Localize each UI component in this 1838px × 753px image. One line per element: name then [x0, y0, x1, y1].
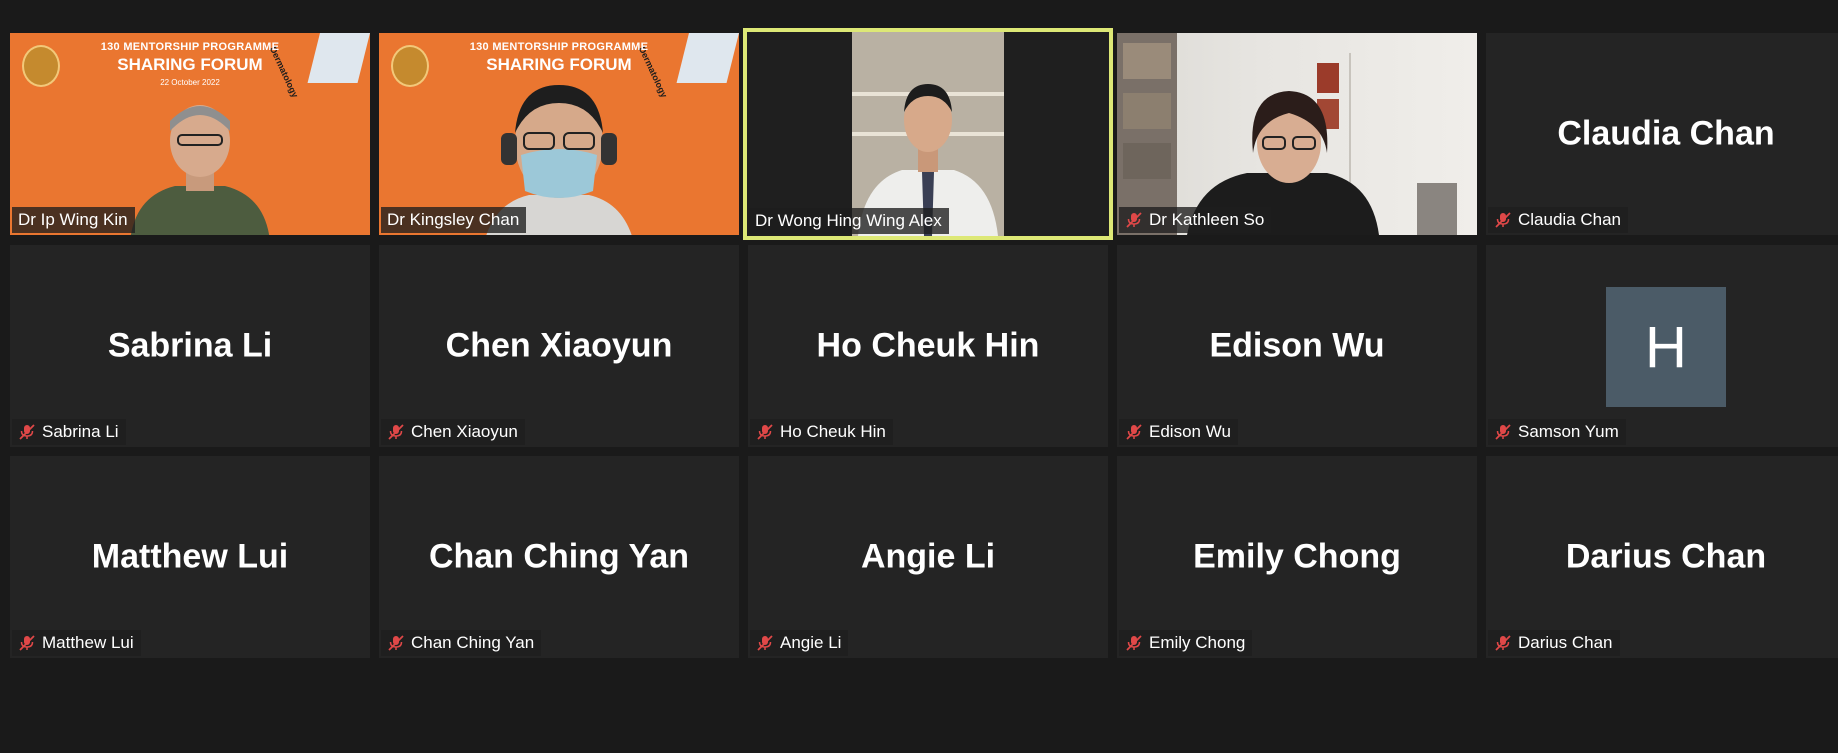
participant-tile-wong-hing-wing-alex[interactable]: Dr Wong Hing Wing Alex [743, 28, 1113, 240]
banner-line-1: 130 MENTORSHIP PROGRAMME [469, 41, 649, 53]
video-feed: Dermatology 130 MENTORSHIP PROGRAMME SHA… [10, 33, 370, 235]
microphone-muted-icon [1495, 424, 1511, 440]
participant-name-tag: Sabrina Li [12, 419, 126, 445]
participant-name-tag: Dr Wong Hing Wing Alex [749, 208, 949, 234]
participant-name: Dr Kathleen So [1149, 210, 1265, 229]
microphone-muted-icon [1126, 424, 1142, 440]
banner-date: 22 October 2022 [160, 78, 220, 87]
participant-video-silhouette [130, 105, 270, 235]
microphone-muted-icon [388, 635, 404, 651]
participant-tile-angie-li[interactable]: Angie Li Angie Li [748, 456, 1108, 658]
participant-name-tag: Chen Xiaoyun [381, 419, 525, 445]
participant-display-name: Chan Ching Yan [428, 537, 690, 576]
participant-name-tag: Angie Li [750, 630, 849, 656]
participant-name: Chen Xiaoyun [411, 422, 518, 441]
microphone-muted-icon [1495, 212, 1511, 228]
participant-name: Claudia Chan [1518, 210, 1622, 229]
participant-name: Samson Yum [1518, 422, 1619, 441]
forum-banner: 130 MENTORSHIP PROGRAMME SHARING FORUM [379, 41, 739, 75]
participant-name: Angie Li [780, 633, 842, 652]
participant-name: Edison Wu [1149, 422, 1231, 441]
participant-display-name: Ho Cheuk Hin [816, 326, 1040, 365]
microphone-muted-icon [757, 424, 773, 440]
participant-display-name: Darius Chan [1565, 537, 1767, 576]
participant-tile-darius-chan[interactable]: Darius Chan Darius Chan [1486, 456, 1838, 658]
participant-tile-ho-cheuk-hin[interactable]: Ho Cheuk Hin Ho Cheuk Hin [748, 245, 1108, 447]
participant-tile-chen-xiaoyun[interactable]: Chen Xiaoyun Chen Xiaoyun [379, 245, 739, 447]
participant-name-tag: Dr Ip Wing Kin [12, 207, 135, 233]
participant-tile-matthew-lui[interactable]: Matthew Lui Matthew Lui [10, 456, 370, 658]
participant-display-name: Angie Li [860, 537, 996, 576]
participant-name-tag: Matthew Lui [12, 630, 141, 656]
participant-display-name: Emily Chong [1193, 537, 1401, 576]
participant-tile-kathleen-so[interactable]: Dr Kathleen So [1117, 33, 1477, 235]
video-feed: Dermatology 130 MENTORSHIP PROGRAMME SHA… [379, 33, 739, 235]
microphone-muted-icon [1495, 635, 1511, 651]
participant-name-tag: Emily Chong [1119, 630, 1253, 656]
participant-name: Dr Kingsley Chan [387, 210, 520, 229]
participant-tile-claudia-chan[interactable]: Claudia Chan Claudia Chan [1486, 33, 1838, 235]
participant-name: Sabrina Li [42, 422, 119, 441]
participant-tile-edison-wu[interactable]: Edison Wu Edison Wu [1117, 245, 1477, 447]
participant-name-tag: Samson Yum [1488, 419, 1626, 445]
participant-tile-samson-yum[interactable]: H Samson Yum [1486, 245, 1838, 447]
participant-name: Darius Chan [1518, 633, 1613, 652]
banner-line-1: 130 MENTORSHIP PROGRAMME [100, 41, 280, 53]
participant-tile-sabrina-li[interactable]: Sabrina Li Sabrina Li [10, 245, 370, 447]
banner-line-2: SHARING FORUM [117, 55, 263, 74]
room-background [1117, 33, 1457, 235]
avatar: H [1606, 287, 1726, 407]
participant-display-name: Claudia Chan [1557, 114, 1775, 153]
participant-tile-emily-chong[interactable]: Emily Chong Emily Chong [1117, 456, 1477, 658]
participant-name: Dr Ip Wing Kin [18, 210, 128, 229]
participant-display-name: Matthew Lui [91, 537, 289, 576]
participant-video-silhouette [852, 32, 1004, 236]
participant-name-tag: Dr Kingsley Chan [381, 207, 527, 233]
microphone-muted-icon [1126, 635, 1142, 651]
forum-banner: 130 MENTORSHIP PROGRAMME SHARING FORUM 2… [10, 41, 370, 87]
participant-display-name: Sabrina Li [107, 326, 273, 365]
participant-name-tag: Dr Kathleen So [1119, 207, 1272, 233]
microphone-muted-icon [1126, 212, 1142, 228]
participant-name-tag: Darius Chan [1488, 630, 1620, 656]
participant-tile-kingsley-chan[interactable]: Dermatology 130 MENTORSHIP PROGRAMME SHA… [379, 33, 739, 235]
participant-name-tag: Claudia Chan [1488, 207, 1629, 233]
participant-name-tag: Edison Wu [1119, 419, 1238, 445]
participant-name: Matthew Lui [42, 633, 134, 652]
participant-name: Emily Chong [1149, 633, 1246, 652]
video-feed [747, 32, 1109, 236]
participant-tile-ip-wing-kin[interactable]: Dermatology 130 MENTORSHIP PROGRAMME SHA… [10, 33, 370, 235]
participant-name: Ho Cheuk Hin [780, 422, 886, 441]
microphone-muted-icon [19, 635, 35, 651]
participant-name: Chan Ching Yan [411, 633, 535, 652]
participant-display-name: Chen Xiaoyun [445, 326, 673, 365]
participant-name: Dr Wong Hing Wing Alex [755, 211, 942, 230]
participant-name-tag: Chan Ching Yan [381, 630, 542, 656]
video-feed [1117, 33, 1477, 235]
microphone-muted-icon [757, 635, 773, 651]
microphone-muted-icon [19, 424, 35, 440]
participant-name-tag: Ho Cheuk Hin [750, 419, 893, 445]
participant-display-name: Edison Wu [1209, 326, 1385, 365]
banner-line-2: SHARING FORUM [486, 55, 632, 74]
participant-tile-chan-ching-yan[interactable]: Chan Ching Yan Chan Ching Yan [379, 456, 739, 658]
microphone-muted-icon [388, 424, 404, 440]
